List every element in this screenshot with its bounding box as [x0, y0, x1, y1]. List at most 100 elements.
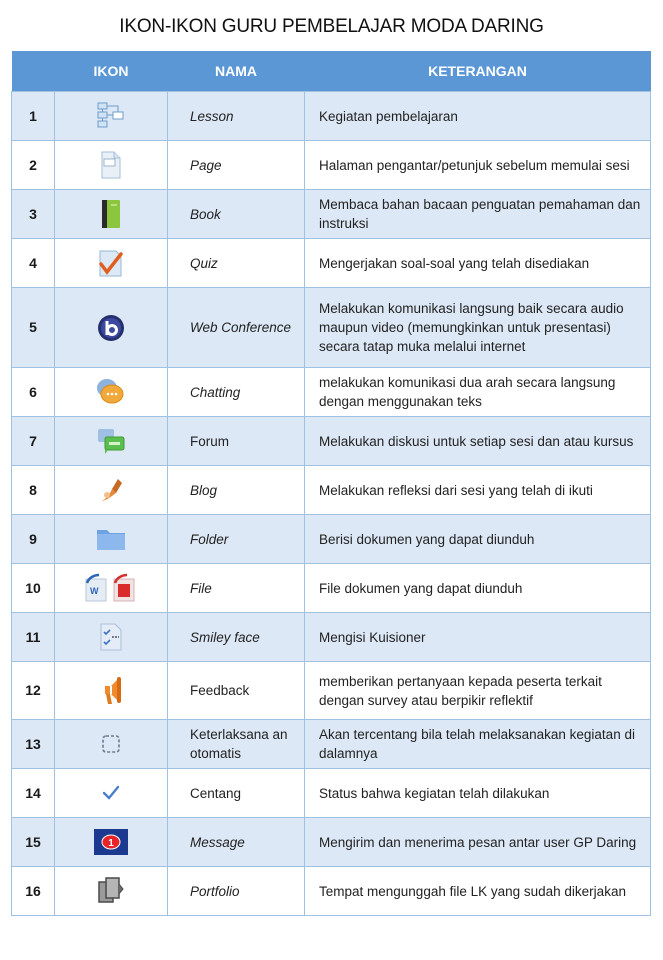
- header-icon: IKON: [54, 51, 168, 92]
- table-row: 4 Quiz Mengerjakan soal-soal yang telah di…: [11, 238, 651, 288]
- table-row: 8 Blog Melakukan refleksi dari sesi yang t…: [11, 465, 651, 515]
- row-number: 6: [11, 367, 55, 417]
- row-number: 11: [11, 612, 55, 662]
- icon-cell: [54, 719, 168, 769]
- icon-description: Mengirim dan menerima pesan antar user G…: [304, 817, 651, 867]
- icon-name: File: [167, 563, 305, 613]
- icon-description: Akan tercentang bila telah melaksanakan …: [304, 719, 651, 769]
- table-row: 9 Folder Berisi dokumen yang dapat diunduh: [11, 514, 651, 564]
- icon-name: Blog: [167, 465, 305, 515]
- icon-cell: [54, 612, 168, 662]
- icon-description: Status bahwa kegiatan telah dilakukan: [304, 768, 651, 818]
- icon-name: Lesson: [167, 91, 305, 141]
- row-number: 5: [11, 287, 55, 368]
- icon-cell: [54, 661, 168, 720]
- icon-name: Centang: [167, 768, 305, 818]
- icon-description: File dokumen yang dapat diunduh: [304, 563, 651, 613]
- icon-table: IKON NAMA KETERANGAN 1 Lesson Kegiatan pem…: [11, 51, 651, 916]
- forum-icon: [95, 426, 127, 456]
- header-description: KETERANGAN: [304, 51, 651, 92]
- icon-cell: [54, 768, 168, 818]
- icon-name: Message: [167, 817, 305, 867]
- chat-icon: [95, 377, 127, 407]
- icon-cell: [54, 189, 168, 239]
- file-icon: W: [83, 573, 139, 603]
- table-row: 1 Lesson Kegiatan pembelajaran: [11, 91, 651, 141]
- table-header-row: IKON NAMA KETERANGAN: [11, 51, 651, 92]
- icon-name: Feedback: [167, 661, 305, 720]
- table-row: 2 Page Halaman pengantar/petunjuk sebelum …: [11, 140, 651, 190]
- icon-name: Portfolio: [167, 866, 305, 916]
- row-number: 2: [11, 140, 55, 190]
- icon-name: Smiley face: [167, 612, 305, 662]
- icon-cell: [54, 238, 168, 288]
- icon-cell: [54, 367, 168, 417]
- icon-cell: W: [54, 563, 168, 613]
- row-number: 8: [11, 465, 55, 515]
- table-row: 16 Portfolio Tempat mengunggah file LK yan…: [11, 866, 651, 916]
- quiz-icon: [97, 248, 125, 278]
- page-title: IKON-IKON GURU PEMBELAJAR MODA DARING: [119, 16, 544, 37]
- message-badge-count: 1: [108, 838, 114, 849]
- checkmark-icon: [100, 783, 122, 803]
- folder-icon: [95, 525, 127, 553]
- icon-name: Quiz: [167, 238, 305, 288]
- table-row: 5 Web Conference Melakukan komunikasi lang…: [11, 287, 651, 368]
- table-row: 10 W File File dokumen yang dapat diunduh: [11, 563, 651, 613]
- icon-description: Berisi dokumen yang dapat diunduh: [304, 514, 651, 564]
- icon-description: Membaca bahan bacaan penguatan pemahaman…: [304, 189, 651, 239]
- row-number: 1: [11, 91, 55, 141]
- icon-cell: [54, 287, 168, 368]
- questionnaire-icon: [98, 622, 124, 652]
- row-number: 7: [11, 416, 55, 466]
- icon-name: Chatting: [167, 367, 305, 417]
- icon-description: Mengisi Kuisioner: [304, 612, 651, 662]
- icon-description: memberikan pertanyaan kepada peserta ter…: [304, 661, 651, 720]
- icon-name: Folder: [167, 514, 305, 564]
- icon-cell: 1: [54, 817, 168, 867]
- icon-name: Book: [167, 189, 305, 239]
- megaphone-icon: [99, 674, 123, 708]
- blog-icon: [97, 475, 125, 505]
- table-row: 12 Feedback memberikan pertanyaan kepada p…: [11, 661, 651, 720]
- row-number: 10: [11, 563, 55, 613]
- svg-text:W: W: [90, 586, 99, 596]
- portfolio-icon: [95, 876, 127, 906]
- icon-cell: [54, 416, 168, 466]
- table-row: 11 Smiley face Mengisi Kuisioner: [11, 612, 651, 662]
- icon-description: Tempat mengunggah file LK yang sudah dik…: [304, 866, 651, 916]
- icon-name: Web Conference: [167, 287, 305, 368]
- table-row: 3 Book Membaca bahan bacaan penguatan pema…: [11, 189, 651, 239]
- icon-description: Melakukan komunikasi langsung baik secar…: [304, 287, 651, 368]
- icon-cell: [54, 91, 168, 141]
- icon-description: Halaman pengantar/petunjuk sebelum memul…: [304, 140, 651, 190]
- web-conference-icon: [97, 314, 125, 342]
- row-number: 9: [11, 514, 55, 564]
- icon-description: Kegiatan pembelajaran: [304, 91, 651, 141]
- icon-name: Page: [167, 140, 305, 190]
- table-row: 13 Keterlaksana an otomatis Akan tercentan…: [11, 719, 651, 769]
- book-icon: [100, 199, 122, 229]
- page-icon: [98, 150, 124, 180]
- row-number: 12: [11, 661, 55, 720]
- icon-name: Keterlaksana an otomatis: [167, 719, 305, 769]
- message-icon: 1: [93, 828, 129, 856]
- row-number: 16: [11, 866, 55, 916]
- row-number: 14: [11, 768, 55, 818]
- table-row: 14 Centang Status bahwa kegiatan telah dil…: [11, 768, 651, 818]
- icon-cell: [54, 140, 168, 190]
- icon-description: Melakukan refleksi dari sesi yang telah …: [304, 465, 651, 515]
- table-row: 15 1 Message Mengirim dan menerima pesan an…: [11, 817, 651, 867]
- table-row: 6 Chatting melakukan komunikasi dua arah s…: [11, 367, 651, 417]
- dashed-checkbox-icon: [100, 733, 122, 755]
- icon-description: Melakukan diskusi untuk setiap sesi dan …: [304, 416, 651, 466]
- row-number: 15: [11, 817, 55, 867]
- icon-cell: [54, 866, 168, 916]
- lesson-icon: [96, 102, 126, 130]
- header-number: [11, 51, 55, 92]
- icon-cell: [54, 514, 168, 564]
- icon-description: melakukan komunikasi dua arah secara lan…: [304, 367, 651, 417]
- row-number: 3: [11, 189, 55, 239]
- icon-cell: [54, 465, 168, 515]
- row-number: 13: [11, 719, 55, 769]
